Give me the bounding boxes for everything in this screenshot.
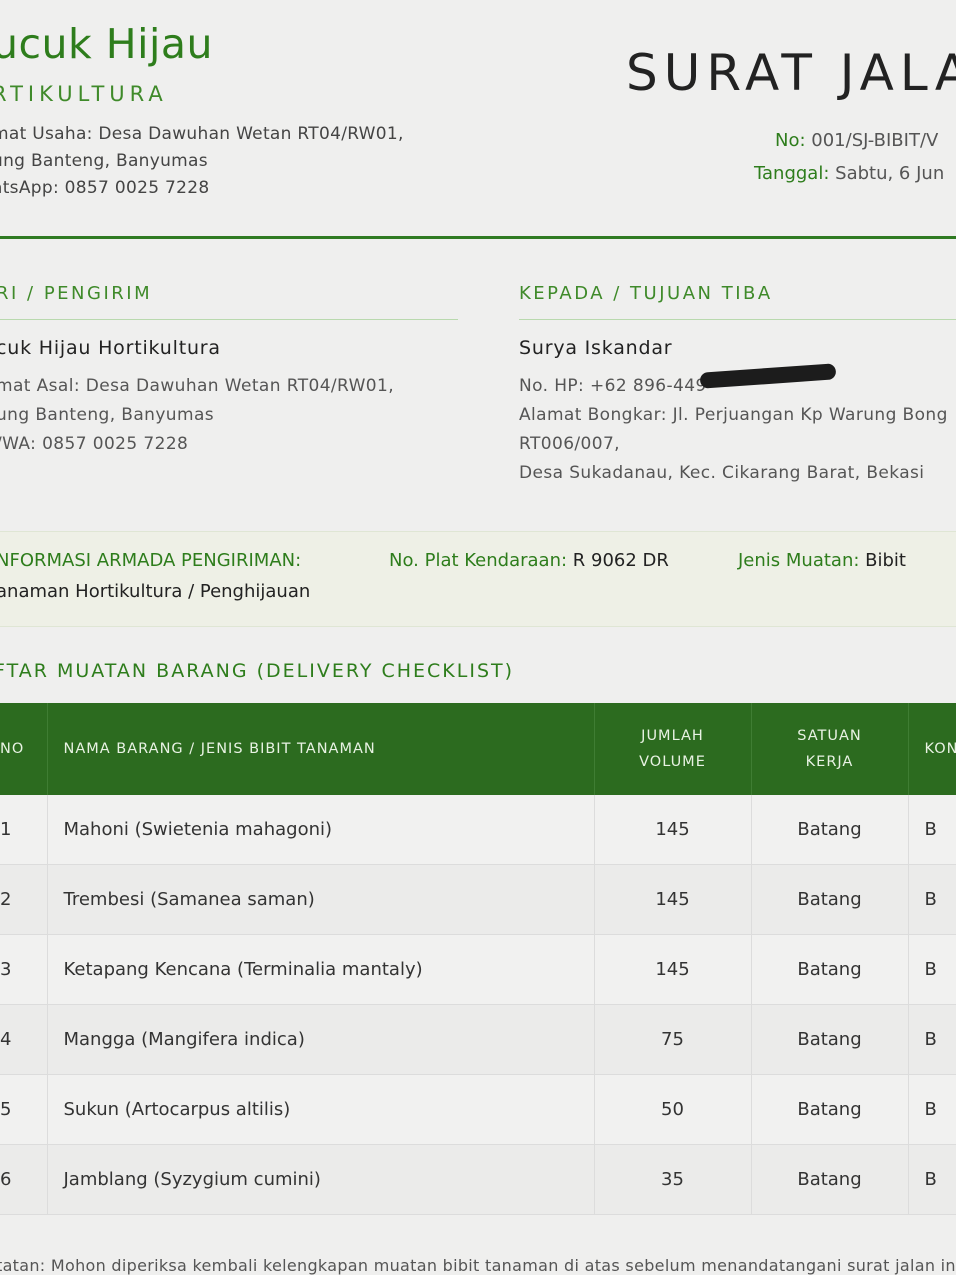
cargo-type: Jenis Muatan: Bibit [738,550,906,571]
row-unit: Batang [751,1144,909,1215]
shipping-info-panel: NFORMASI ARMADA PENGIRIMAN: No. Plat Ken… [0,531,956,627]
col-header-volume-line: VOLUME [639,754,706,770]
company-subtitle: RTIKULTURA [0,82,168,106]
table-row: 3 Ketapang Kencana (Terminalia mantaly) … [0,934,956,1005]
document-number-label: No: [775,130,806,151]
sender-address-line: ung Banteng, Banyumas [0,405,215,425]
table-row: 1 Mahoni (Swietenia mahagoni) 145 Batang… [0,795,956,865]
col-header-name: NAMA BARANG / JENIS BIBIT TANAMAN [47,703,595,795]
recipient-phone: No. HP: +62 896-449 [519,376,707,396]
col-header-unit-line: SATUAN [797,728,862,744]
document-number: No: 001/SJ-BIBIT/V [775,130,938,151]
row-condition: B [908,1004,956,1075]
shipping-info-title: NFORMASI ARMADA PENGIRIMAN: [0,550,302,571]
col-header-condition: KON [908,703,956,795]
document-number-value: 001/SJ-BIBIT/V [811,130,939,151]
vehicle-plate: No. Plat Kendaraan: R 9062 DR [389,550,669,571]
row-item-name: Ketapang Kencana (Terminalia mantaly) [47,934,595,1005]
table-header-row: NO NAMA BARANG / JENIS BIBIT TANAMAN JUM… [0,703,956,795]
recipient-address-line: RT006/007, [519,434,620,454]
table-row: 4 Mangga (Mangifera indica) 75 Batang B [0,1004,956,1075]
table-row: 6 Jamblang (Syzygium cumini) 35 Batang B [0,1144,956,1215]
document-date: Tanggal: Sabtu, 6 Jun [754,163,944,184]
row-volume: 145 [594,934,752,1005]
row-no: 5 [0,1074,48,1145]
recipient-name: Surya Iskandar [519,337,673,359]
recipient-divider [519,319,956,320]
company-address-line: ung Banteng, Banyumas [0,151,208,171]
sender-name: cuk Hijau Hortikultura [0,337,221,359]
row-condition: B [908,1074,956,1145]
row-condition: B [908,795,956,865]
col-header-volume-line: JUMLAH [641,728,704,744]
row-volume: 35 [594,1144,752,1215]
row-no: 3 [0,934,48,1005]
sender-divider [0,319,458,320]
cargo-type-label: Jenis Muatan: [738,550,860,571]
company-whatsapp: atsApp: 0857 0025 7228 [0,178,210,198]
row-unit: Batang [751,1004,909,1075]
row-condition: B [908,934,956,1005]
col-header-unit-line: KERJA [805,754,854,770]
document-date-value: Sabtu, 6 Jun [835,163,945,184]
company-name: ucuk Hijau [0,20,214,68]
row-item-name: Mangga (Mangifera indica) [47,1004,595,1075]
checklist-title: FTAR MUATAN BARANG (DELIVERY CHECKLIST) [0,660,515,682]
row-item-name: Mahoni (Swietenia mahagoni) [47,795,595,865]
row-volume: 145 [594,795,752,865]
sender-phone: /WA: 0857 0025 7228 [0,434,189,454]
col-header-no: NO [0,703,48,795]
row-no: 4 [0,1004,48,1075]
row-unit: Batang [751,934,909,1005]
sender-address-line: mat Asal: Desa Dawuhan Wetan RT04/RW01, [0,376,395,396]
vehicle-plate-label: No. Plat Kendaraan: [389,550,568,571]
checklist-table: NO NAMA BARANG / JENIS BIBIT TANAMAN JUM… [0,703,956,1215]
row-item-name: Sukun (Artocarpus altilis) [47,1074,595,1145]
col-header-unit: SATUAN KERJA [751,703,909,795]
redaction-mark [699,363,837,389]
recipient-address-line: Alamat Bongkar: Jl. Perjuangan Kp Warung… [519,405,948,425]
cargo-type-value: Bibit [865,550,906,571]
document-title: SURAT JALA [626,44,956,102]
recipient-section-title: KEPADA / TUJUAN TIBA [519,283,773,304]
footer-note: tatan: Mohon diperiksa kembali kelengkap… [0,1256,956,1275]
vehicle-plate-value: R 9062 DR [572,550,669,571]
cargo-type-continued: anaman Hortikultura / Penghijauan [0,581,311,602]
document-date-label: Tanggal: [754,163,830,184]
col-header-volume: JUMLAH VOLUME [594,703,752,795]
company-address-line: mat Usaha: Desa Dawuhan Wetan RT04/RW01, [0,124,404,144]
row-volume: 50 [594,1074,752,1145]
row-volume: 75 [594,1004,752,1075]
table-row: 5 Sukun (Artocarpus altilis) 50 Batang B [0,1074,956,1145]
row-item-name: Trembesi (Samanea saman) [47,864,595,935]
sender-section-title: RI / PENGIRIM [0,283,153,304]
recipient-address-line: Desa Sukadanau, Kec. Cikarang Barat, Bek… [519,463,925,483]
row-no: 1 [0,795,48,865]
header-divider [0,236,956,239]
row-condition: B [908,1144,956,1215]
row-condition: B [908,864,956,935]
row-volume: 145 [594,864,752,935]
row-unit: Batang [751,795,909,865]
row-item-name: Jamblang (Syzygium cumini) [47,1144,595,1215]
table-row: 2 Trembesi (Samanea saman) 145 Batang B [0,864,956,935]
row-unit: Batang [751,1074,909,1145]
row-no: 2 [0,864,48,935]
row-no: 6 [0,1144,48,1215]
row-unit: Batang [751,864,909,935]
